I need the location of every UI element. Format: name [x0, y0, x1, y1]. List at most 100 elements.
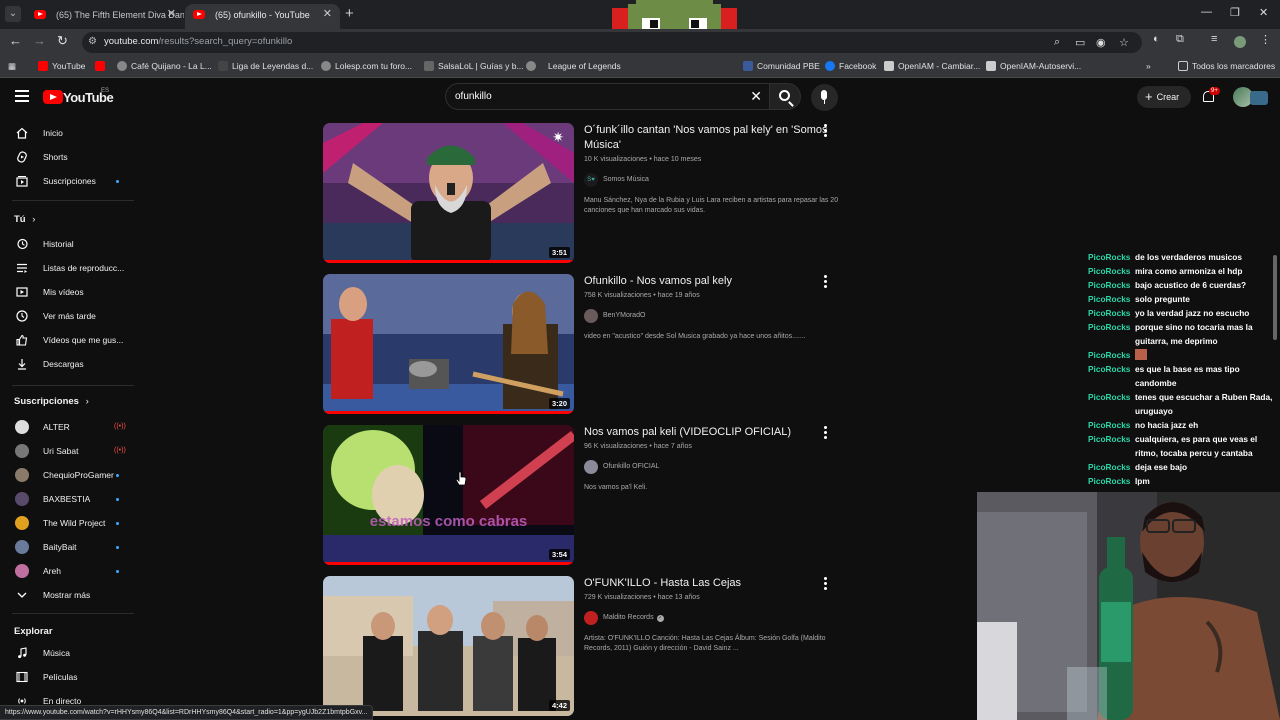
bookmark-league-of-legends[interactable]: League of Legends: [526, 61, 621, 71]
video-result[interactable]: 4:42 O'FUNK'ILLO - Hasta Las Cejas 729 K…: [323, 576, 843, 718]
video-channel[interactable]: Ofunkillo OFICIAL: [584, 460, 839, 474]
create-button[interactable]: + Crear: [1137, 86, 1191, 108]
bookmark-openiam-cambiar[interactable]: OpenIAM - Cambiar...: [884, 61, 980, 71]
eye-off-icon[interactable]: ◉: [1096, 36, 1106, 49]
bookmark-salsalol[interactable]: SalsaLoL | Guías y b...: [424, 61, 524, 71]
sidebar-channel-baitybait[interactable]: BaityBait: [0, 536, 138, 558]
chat-message: PicoRocks cualquiera, es para que veas el…: [1086, 432, 1280, 460]
video-channel[interactable]: Maldito Records ✓: [584, 611, 839, 625]
bookmark-cafe-quijano[interactable]: Café Quijano - La L...: [117, 61, 212, 71]
video-channel[interactable]: BenYMoradO: [584, 309, 839, 323]
sidebar-channel-areh[interactable]: Areh: [0, 560, 138, 582]
sidebar-you-heading[interactable]: Tú ›: [14, 214, 35, 225]
site-info-icon[interactable]: ⚙: [88, 36, 97, 47]
video-result[interactable]: ✷ 3:51 O´funk´illo cantan 'Nos vamos pal…: [323, 123, 843, 265]
watch-progress-bar: [323, 411, 574, 414]
video-result[interactable]: estamos como cabras 3:54 Nos vamos pal k…: [323, 425, 843, 567]
bookmark-liga-leyendas[interactable]: Liga de Leyendas d...: [218, 61, 313, 71]
video-channel[interactable]: S♥ Somos Música: [584, 173, 839, 187]
video-title[interactable]: O'FUNK'ILLO - Hasta Las Cejas: [584, 576, 839, 591]
more-actions-icon[interactable]: [824, 426, 827, 441]
video-title[interactable]: Ofunkillo - Nos vamos pal kely: [584, 274, 839, 289]
chat-text: solo pregunte: [1135, 294, 1190, 304]
sidebar-item-liked-videos[interactable]: Vídeos que me gus...: [0, 329, 138, 351]
sidebar-item-playlists[interactable]: Listas de reproducc...: [0, 257, 138, 279]
sidebar-item-downloads[interactable]: Descargas: [0, 353, 138, 375]
sidebar-item-subscriptions[interactable]: Suscripciones: [0, 170, 138, 192]
new-tab-button[interactable]: +: [345, 5, 354, 22]
video-thumbnail[interactable]: 4:42: [323, 576, 574, 716]
sidebar-item-music[interactable]: Música: [0, 642, 138, 664]
more-actions-icon[interactable]: [824, 124, 827, 139]
voice-search-mic-icon[interactable]: [811, 84, 838, 111]
sidebar-channel-chequioprogamer[interactable]: ChequioProGamer: [0, 464, 138, 486]
video-title[interactable]: O´funk´illo cantan 'Nos vamos pal kely' …: [584, 123, 839, 153]
video-title[interactable]: Nos vamos pal keli (VIDEOCLIP OFICIAL): [584, 425, 839, 440]
hamburger-menu-icon[interactable]: [15, 90, 29, 102]
new-content-dot: [116, 498, 119, 501]
apps-grid-icon[interactable]: ▦: [8, 61, 16, 72]
search-input[interactable]: ofunkillo ✕: [445, 83, 770, 110]
chat-text: es que la base es mas tipo candombe: [1135, 364, 1240, 388]
video-thumbnail[interactable]: ✷ 3:51: [323, 123, 574, 263]
tab-search-button[interactable]: ⌄: [5, 6, 21, 22]
sidebar-item-movies[interactable]: Películas: [0, 666, 138, 688]
bookmark-star-icon[interactable]: ☆: [1119, 36, 1129, 49]
sidebar-item-my-videos[interactable]: Mis vídeos: [0, 281, 138, 303]
sidebar-item-home[interactable]: Inicio: [0, 122, 138, 144]
media-control-icon[interactable]: ≡: [1211, 33, 1217, 45]
channel-avatar: [15, 540, 29, 554]
forward-icon[interactable]: →: [33, 33, 46, 48]
zoom-icon[interactable]: ⌕: [1054, 36, 1060, 49]
close-window-icon[interactable]: ✕: [1259, 6, 1268, 19]
sidebar-item-watch-later[interactable]: Ver más tarde: [0, 305, 138, 327]
country-code: ES: [101, 88, 110, 94]
video-thumbnail[interactable]: estamos como cabras 3:54: [323, 425, 574, 565]
sidebar-item-history[interactable]: Historial: [0, 233, 138, 255]
sidebar-show-more[interactable]: Mostrar más: [0, 584, 138, 606]
extensions-puzzle-icon[interactable]: ⧉: [1176, 33, 1184, 46]
close-tab-icon[interactable]: ✕: [323, 4, 332, 24]
reload-icon[interactable]: ↻: [57, 33, 68, 49]
search-button[interactable]: [770, 83, 801, 110]
profile-avatar[interactable]: [1234, 36, 1246, 48]
chat-text: lpm: [1135, 476, 1150, 486]
sidebar-channel-baxbestia[interactable]: BAXBESTIA: [0, 488, 138, 510]
sidebar-item-shorts[interactable]: Shorts: [0, 146, 138, 168]
cast-icon[interactable]: ▭: [1075, 36, 1085, 49]
youtube-logo-icon[interactable]: [43, 90, 63, 104]
close-tab-icon[interactable]: ✕: [167, 4, 176, 24]
more-actions-icon[interactable]: [824, 275, 827, 290]
sidebar-channel-the-wild-project[interactable]: The Wild Project: [0, 512, 138, 534]
video-thumbnail[interactable]: 3:20: [323, 274, 574, 414]
chat-username: PicoRocks: [1088, 462, 1131, 472]
more-bookmarks-icon[interactable]: »: [1146, 61, 1151, 71]
clear-search-icon[interactable]: ✕: [750, 88, 762, 105]
sidebar-subscriptions-heading[interactable]: Suscripciones ›: [14, 396, 89, 407]
restore-icon[interactable]: ❐: [1230, 6, 1240, 19]
sidebar-channel-alter[interactable]: ALTER ((•)): [0, 416, 138, 438]
bookmark-openiam-autoservicio[interactable]: OpenIAM-Autoservi...: [986, 61, 1081, 71]
all-bookmarks-folder[interactable]: Todos los marcadores: [1178, 61, 1275, 71]
minimize-icon[interactable]: —: [1201, 6, 1212, 18]
page-scrollbar[interactable]: [1273, 255, 1277, 340]
browser-tab[interactable]: (65) The Fifth Element Diva Dan ✕: [26, 4, 184, 29]
video-result[interactable]: 3:20 Ofunkillo - Nos vamos pal kely 758 …: [323, 274, 843, 416]
more-actions-icon[interactable]: [824, 577, 827, 592]
browser-tab-active[interactable]: (65) ofunkillo - YouTube ✕: [185, 4, 340, 29]
back-icon[interactable]: ←: [9, 33, 22, 48]
extension-icon[interactable]: ◐: [1153, 33, 1160, 45]
chat-message: PicoRocks porque sino no tocaria mas la g…: [1086, 320, 1280, 348]
bookmark-comunidad-pbe[interactable]: Comunidad PBE: [743, 61, 820, 71]
bookmark-youtube[interactable]: YouTube: [38, 61, 85, 71]
music-note-icon: [18, 647, 27, 659]
bookmark-youtube-2[interactable]: [95, 61, 109, 71]
bookmark-facebook[interactable]: Facebook: [825, 61, 876, 71]
browser-menu-icon[interactable]: ⋮: [1260, 33, 1271, 46]
address-bar[interactable]: ⚙ youtube.com/results?search_query=ofunk…: [82, 32, 1142, 53]
new-content-dot: [116, 570, 119, 573]
sidebar-channel-uri-sabat[interactable]: Uri Sabat ((•)): [0, 440, 138, 462]
bookmark-lolesp[interactable]: Lolesp.com tu foro...: [321, 61, 412, 71]
mouse-cursor-icon: [455, 471, 467, 486]
plus-icon: +: [1145, 89, 1153, 104]
